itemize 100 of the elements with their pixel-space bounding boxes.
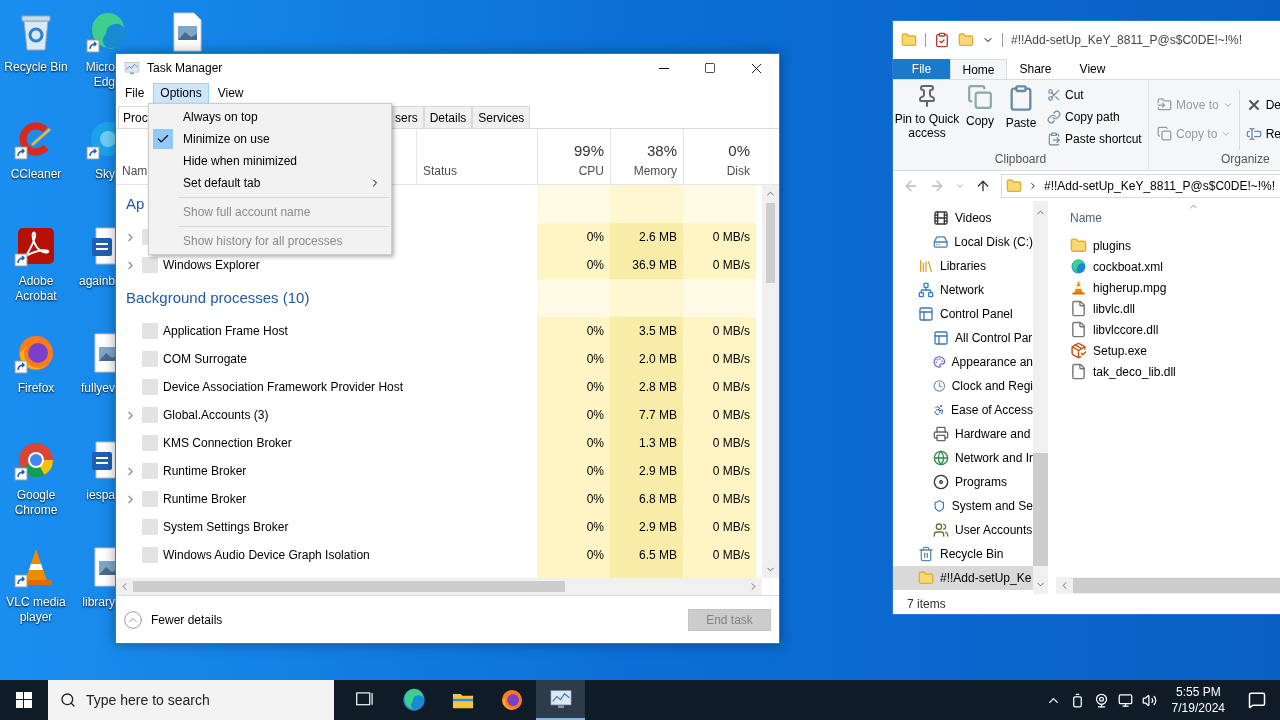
- nav-item[interactable]: Clock and Regi: [893, 374, 1033, 398]
- nav-item[interactable]: Network and Ir: [893, 446, 1033, 470]
- ribbon-tab[interactable]: File: [893, 59, 950, 79]
- process-row[interactable]: Windows Audio Device Graph Isolation: [116, 541, 537, 569]
- recent-locations-icon[interactable]: [955, 181, 965, 191]
- cut-button[interactable]: Cut: [1047, 84, 1142, 106]
- paste-button[interactable]: Paste: [999, 84, 1043, 150]
- traffic-cone-icon: [1070, 279, 1087, 296]
- properties-icon[interactable]: [934, 32, 950, 48]
- menu-option[interactable]: Hide when minimized: [149, 150, 391, 172]
- scroll-thumb[interactable]: [133, 581, 565, 592]
- column-header[interactable]: 38% Memory: [610, 129, 683, 184]
- process-row[interactable]: System Settings Broker: [116, 513, 537, 541]
- folder-icon: [1070, 237, 1087, 254]
- ribbon-tab[interactable]: View: [1064, 59, 1121, 79]
- process-row[interactable]: COM Surrogate: [116, 345, 537, 373]
- rename-button[interactable]: Re: [1245, 119, 1280, 148]
- nav-item[interactable]: All Control Par: [893, 326, 1033, 350]
- new-folder-icon[interactable]: [958, 32, 974, 48]
- column-header[interactable]: Status: [416, 129, 537, 184]
- file-row[interactable]: Setup.exe: [1056, 340, 1280, 361]
- move-icon: [1156, 97, 1172, 112]
- taskbar-app[interactable]: [536, 680, 585, 720]
- file-row[interactable]: plugins: [1056, 235, 1280, 256]
- file-row[interactable]: libvlccore.dll: [1056, 319, 1280, 340]
- file-row[interactable]: tak_deco_lib.dll: [1056, 361, 1280, 382]
- nav-item[interactable]: User Accounts: [893, 518, 1033, 542]
- minimize-icon: [659, 67, 669, 69]
- menu-option[interactable]: Always on top: [149, 106, 391, 128]
- scroll-thumb[interactable]: [766, 203, 775, 283]
- horizontal-scrollbar[interactable]: [116, 578, 762, 595]
- fewer-details-button[interactable]: Fewer details: [123, 609, 223, 630]
- pin-button[interactable]: Pin to Quick access: [893, 84, 961, 150]
- usage-cell: 3.5 MB: [610, 317, 683, 345]
- column-header[interactable]: 0% Disk: [683, 129, 756, 184]
- desktop-icon-label[interactable]: againb: [76, 274, 115, 289]
- desktop-icon-label[interactable]: library: [76, 595, 115, 610]
- process-name: Application Frame Host: [163, 323, 288, 340]
- menu-item[interactable]: File: [118, 82, 152, 104]
- folder-icon: [1006, 178, 1022, 194]
- process-row[interactable]: Application Frame Host: [116, 317, 537, 345]
- process-icon: [142, 491, 158, 507]
- breadcrumb-chevron-icon[interactable]: [1028, 181, 1038, 191]
- menu-item[interactable]: Options: [153, 82, 209, 104]
- copy-path-button[interactable]: Copy path: [1047, 106, 1142, 128]
- column-header[interactable]: 99% CPU: [537, 129, 610, 184]
- process-row[interactable]: Runtime Broker: [116, 485, 537, 513]
- file-row[interactable]: higherup.mpg: [1056, 277, 1280, 298]
- column-header[interactable]: Name: [1070, 209, 1102, 227]
- desktop-icon-label[interactable]: Sky: [76, 167, 115, 182]
- horizontal-scrollbar[interactable]: [1056, 577, 1280, 594]
- nav-item[interactable]: Hardware and: [893, 422, 1033, 446]
- search-field[interactable]: Type here to search: [48, 680, 334, 720]
- process-row[interactable]: KMS Connection Broker: [116, 429, 537, 457]
- nav-item[interactable]: Recycle Bin: [893, 542, 1033, 566]
- usage-cell: 2.0 MB: [610, 345, 683, 373]
- process-row[interactable]: Windows Explorer: [116, 251, 537, 279]
- status-text: 7 items: [907, 596, 946, 613]
- desktop-icon-label[interactable]: Micro Edg: [76, 60, 115, 90]
- process-row[interactable]: Global.Accounts (3): [116, 401, 537, 429]
- nav-item[interactable]: System and Se: [893, 494, 1033, 518]
- desktop-icon-label[interactable]: fullyev: [76, 381, 115, 396]
- nav-item[interactable]: Local Disk (C:): [893, 230, 1033, 254]
- vertical-scrollbar[interactable]: [1033, 201, 1048, 594]
- volume-icon[interactable]: [1141, 692, 1157, 708]
- webcam-icon[interactable]: [1093, 692, 1109, 708]
- tab[interactable]: Services: [472, 106, 531, 128]
- nav-item[interactable]: Programs: [893, 470, 1033, 494]
- vertical-scrollbar[interactable]: [762, 185, 779, 578]
- nav-item[interactable]: Network: [893, 278, 1033, 302]
- scroll-thumb[interactable]: [1073, 578, 1280, 593]
- address-field[interactable]: #!!Add-setUp_KeY_8811_P@s$C0DE!~!%!: [1001, 174, 1280, 198]
- nav-item[interactable]: Ease of Access: [893, 398, 1033, 422]
- nav-item[interactable]: #!!Add-setUp_Ke: [893, 566, 1033, 590]
- file-row[interactable]: libvlc.dll: [1056, 298, 1280, 319]
- nav-item[interactable]: Libraries: [893, 254, 1033, 278]
- process-row[interactable]: Runtime Broker: [116, 457, 537, 485]
- delete-button[interactable]: De: [1245, 90, 1280, 119]
- folder-icon[interactable]: [901, 32, 917, 48]
- file-row[interactable]: cockboat.xml: [1056, 256, 1280, 277]
- ribbon-tab[interactable]: Share: [1007, 59, 1064, 79]
- desktop-icon-label[interactable]: iespa: [76, 488, 115, 503]
- notification-icon[interactable]: [1248, 691, 1266, 709]
- copy-button[interactable]: Copy: [961, 84, 999, 150]
- menu-option[interactable]: Minimize on use: [149, 128, 391, 150]
- process-row[interactable]: Device Association Framework Provider Host: [116, 373, 537, 401]
- clock[interactable]: 5:55 PM 7/19/2024: [1165, 684, 1231, 716]
- ribbon-tab[interactable]: Home: [950, 59, 1007, 79]
- scroll-thumb[interactable]: [1033, 453, 1048, 566]
- nav-item[interactable]: Control Panel: [893, 302, 1033, 326]
- nav-item[interactable]: Videos: [893, 206, 1033, 230]
- up-icon[interactable]: [975, 178, 991, 194]
- process-name: Runtime Broker: [163, 491, 247, 508]
- paste-shortcut-button[interactable]: Paste shortcut: [1047, 128, 1142, 150]
- tab[interactable]: Details: [423, 106, 473, 128]
- nav-item[interactable]: Appearance an: [893, 350, 1033, 374]
- menu-option[interactable]: Set default tab: [149, 172, 391, 194]
- network-icon[interactable]: [1117, 692, 1133, 708]
- menu-item[interactable]: View: [210, 82, 251, 104]
- usage-cell: 6.8 MB: [610, 485, 683, 513]
